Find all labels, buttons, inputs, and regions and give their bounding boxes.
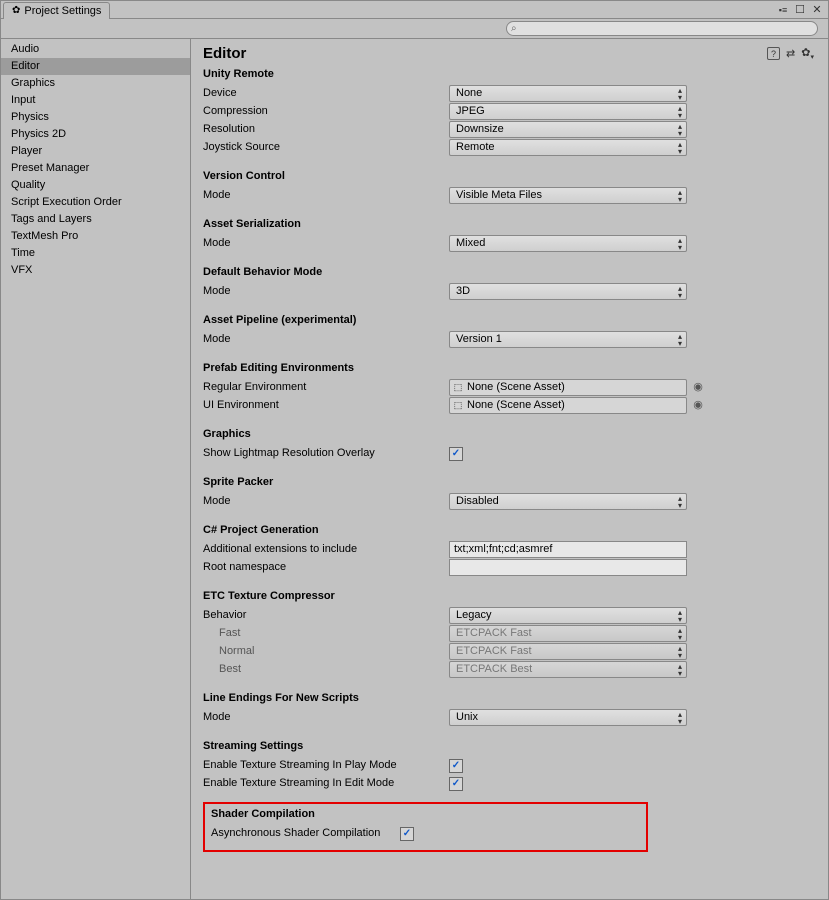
search-icon: ⌕	[511, 23, 517, 34]
gear-icon: ✿	[12, 5, 20, 16]
section-sprite-packer: Sprite Packer	[203, 476, 814, 488]
content-panel: Editor ? ⇄ ✿▾ Unity Remote DeviceNone▴▾ …	[191, 39, 828, 899]
unity-cube-icon: ⬚	[452, 381, 464, 393]
dropdown-as-mode[interactable]: Mixed▴▾	[449, 235, 687, 252]
objfield-ui-env[interactable]: ⬚None (Scene Asset)	[449, 397, 687, 414]
sidebar-item-player[interactable]: Player	[1, 143, 190, 160]
section-shader: Shader Compilation	[211, 808, 640, 820]
label-vc-mode: Mode	[203, 187, 449, 203]
toolbar: ⌕	[1, 19, 828, 39]
sidebar: AudioEditorGraphicsInputPhysicsPhysics 2…	[1, 39, 191, 899]
dropdown-etc-fast: ETCPACK Fast▴▾	[449, 625, 687, 642]
sidebar-item-quality[interactable]: Quality	[1, 177, 190, 194]
dock-icon[interactable]: ▪≡	[776, 3, 790, 16]
sidebar-item-input[interactable]: Input	[1, 92, 190, 109]
label-etc-fast: Fast	[203, 625, 449, 641]
maximize-icon[interactable]: ☐	[793, 3, 807, 16]
settings-icon[interactable]: ✿▾	[801, 46, 814, 61]
section-asset-pipeline: Asset Pipeline (experimental)	[203, 314, 814, 326]
section-streaming: Streaming Settings	[203, 740, 814, 752]
section-csharp: C# Project Generation	[203, 524, 814, 536]
sidebar-item-vfx[interactable]: VFX	[1, 262, 190, 279]
dropdown-vc-mode[interactable]: Visible Meta Files▴▾	[449, 187, 687, 204]
page-title: Editor	[203, 45, 246, 62]
dropdown-etc-behavior[interactable]: Legacy▴▾	[449, 607, 687, 624]
window-title: Project Settings	[24, 5, 101, 17]
label-async-shader: Asynchronous Shader Compilation	[211, 825, 400, 841]
label-etc-behavior: Behavior	[203, 607, 449, 623]
checkbox-stream-edit[interactable]	[449, 777, 463, 791]
search-input[interactable]: ⌕	[506, 21, 818, 36]
sidebar-item-graphics[interactable]: Graphics	[1, 75, 190, 92]
objfield-regular-env[interactable]: ⬚None (Scene Asset)	[449, 379, 687, 396]
label-etc-best: Best	[203, 661, 449, 677]
section-line-endings: Line Endings For New Scripts	[203, 692, 814, 704]
label-le-mode: Mode	[203, 709, 449, 725]
label-lightmap-overlay: Show Lightmap Resolution Overlay	[203, 445, 449, 461]
sidebar-item-editor[interactable]: Editor	[1, 58, 190, 75]
label-ui-env: UI Environment	[203, 397, 449, 413]
sidebar-item-tags-and-layers[interactable]: Tags and Layers	[1, 211, 190, 228]
label-resolution: Resolution	[203, 121, 449, 137]
sidebar-item-audio[interactable]: Audio	[1, 41, 190, 58]
label-as-mode: Mode	[203, 235, 449, 251]
label-regular-env: Regular Environment	[203, 379, 449, 395]
label-sp-mode: Mode	[203, 493, 449, 509]
object-picker-icon[interactable]: ◉	[693, 381, 703, 393]
dropdown-db-mode[interactable]: 3D▴▾	[449, 283, 687, 300]
input-extensions[interactable]: txt;xml;fnt;cd;asmref	[449, 541, 687, 558]
dropdown-device[interactable]: None▴▾	[449, 85, 687, 102]
dropdown-joystick[interactable]: Remote▴▾	[449, 139, 687, 156]
sidebar-item-physics-2d[interactable]: Physics 2D	[1, 126, 190, 143]
unity-cube-icon: ⬚	[452, 399, 464, 411]
checkbox-async-shader[interactable]	[400, 827, 414, 841]
label-stream-edit: Enable Texture Streaming In Edit Mode	[203, 775, 449, 791]
section-etc: ETC Texture Compressor	[203, 590, 814, 602]
checkbox-stream-play[interactable]	[449, 759, 463, 773]
label-stream-play: Enable Texture Streaming In Play Mode	[203, 757, 449, 773]
dropdown-etc-normal: ETCPACK Fast▴▾	[449, 643, 687, 660]
label-etc-normal: Normal	[203, 643, 449, 659]
section-unity-remote: Unity Remote	[203, 68, 814, 80]
label-joystick: Joystick Source	[203, 139, 449, 155]
help-icon[interactable]: ?	[767, 47, 780, 60]
label-ap-mode: Mode	[203, 331, 449, 347]
label-db-mode: Mode	[203, 283, 449, 299]
highlight-box: Shader Compilation Asynchronous Shader C…	[203, 802, 648, 852]
section-version-control: Version Control	[203, 170, 814, 182]
section-default-behavior: Default Behavior Mode	[203, 266, 814, 278]
section-graphics: Graphics	[203, 428, 814, 440]
section-prefab: Prefab Editing Environments	[203, 362, 814, 374]
sidebar-item-textmesh-pro[interactable]: TextMesh Pro	[1, 228, 190, 245]
dropdown-le-mode[interactable]: Unix▴▾	[449, 709, 687, 726]
window-tab[interactable]: ✿ Project Settings	[3, 2, 110, 19]
titlebar: ✿ Project Settings ▪≡ ☐ ✕	[1, 1, 828, 19]
dropdown-compression[interactable]: JPEG▴▾	[449, 103, 687, 120]
dropdown-sp-mode[interactable]: Disabled▴▾	[449, 493, 687, 510]
section-asset-serialization: Asset Serialization	[203, 218, 814, 230]
object-picker-icon[interactable]: ◉	[693, 399, 703, 411]
dropdown-ap-mode[interactable]: Version 1▴▾	[449, 331, 687, 348]
checkbox-lightmap-overlay[interactable]	[449, 447, 463, 461]
dropdown-etc-best: ETCPACK Best▴▾	[449, 661, 687, 678]
input-rootns[interactable]	[449, 559, 687, 576]
sidebar-item-script-execution-order[interactable]: Script Execution Order	[1, 194, 190, 211]
sidebar-item-preset-manager[interactable]: Preset Manager	[1, 160, 190, 177]
label-rootns: Root namespace	[203, 559, 449, 575]
label-device: Device	[203, 85, 449, 101]
label-extensions: Additional extensions to include	[203, 541, 449, 557]
close-icon[interactable]: ✕	[810, 3, 824, 16]
sidebar-item-physics[interactable]: Physics	[1, 109, 190, 126]
label-compression: Compression	[203, 103, 449, 119]
preset-icon[interactable]: ⇄	[786, 47, 795, 60]
sidebar-item-time[interactable]: Time	[1, 245, 190, 262]
dropdown-resolution[interactable]: Downsize▴▾	[449, 121, 687, 138]
